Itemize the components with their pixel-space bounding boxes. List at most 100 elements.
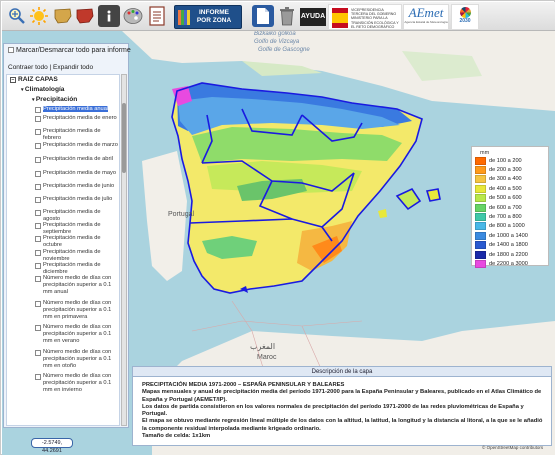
collapse-toggle-icon[interactable]: − (10, 77, 16, 83)
layer-checkbox[interactable] (35, 184, 41, 190)
informe-por-zona-button[interactable]: INFORME POR ZONA (174, 5, 242, 29)
spain-flag-icon (332, 8, 348, 28)
zoom-magnifier-icon[interactable] (6, 5, 28, 27)
layer-item[interactable]: Número medio de días con precipitación s… (35, 300, 119, 321)
tree-subgroup-precipitacion[interactable]: ▾ Precipitación (32, 96, 77, 103)
layer-item[interactable]: Precipitación media de enero (35, 115, 119, 122)
layer-item[interactable]: Precipitación media de septiembre (35, 222, 119, 236)
tree-subgroup-label: Precipitación (35, 96, 78, 103)
sdg-wheel-icon (459, 7, 471, 18)
layer-item[interactable]: Precipitación media de febrero (35, 128, 119, 142)
layer-checkbox[interactable] (35, 171, 41, 177)
zona-grid-icon (178, 10, 190, 25)
layer-item[interactable]: Precipitación media de marzo (35, 142, 119, 149)
layer-checkbox[interactable] (35, 129, 41, 135)
legend-label: de 300 a 400 (489, 176, 522, 183)
map-label-gulf-local: Golfo de Vizcaya (254, 39, 300, 45)
spain-map-icon[interactable] (52, 5, 74, 27)
layer-checkbox[interactable] (35, 107, 41, 113)
main-toolbar: INFORME POR ZONA AYUDA VICEPRESIDENCIA T… (2, 2, 555, 31)
legend-item: de 2200 a 3000 (475, 259, 545, 268)
aemet-logo-text: AEmet (408, 5, 444, 20)
description-title: PRECIPITACIÓN MEDIA 1971-2000 – ESPAÑA P… (142, 382, 345, 388)
layer-item[interactable]: Precipitación media de noviembre (35, 249, 119, 263)
layer-item-label: Precipitación media de mayo (43, 170, 117, 176)
layer-item-label: Precipitación media de julio (43, 196, 113, 202)
map-label-gulf: Golfe de Gascogne (258, 47, 310, 53)
expand-collapse-links[interactable]: Contraer todo | Expandir todo (8, 64, 93, 71)
aemet-logo[interactable]: AEmet Agencia Estatal de Meteorología (403, 4, 449, 30)
trash-icon[interactable] (276, 5, 298, 27)
layer-checkbox[interactable] (35, 374, 41, 380)
layer-item[interactable]: Precipitación media anual (35, 106, 119, 113)
help-button[interactable]: AYUDA (300, 8, 326, 26)
layer-checkbox[interactable] (35, 325, 41, 331)
layer-checkbox[interactable] (35, 157, 41, 163)
description-header: Descripción de la capa (133, 367, 551, 377)
select-all-checkbox[interactable] (8, 47, 14, 54)
layer-panel: Marcar/Desmarcar todo para informe Contr… (3, 43, 131, 428)
tree-root[interactable]: − RAIZ CAPAS (10, 76, 58, 83)
scrollbar-thumb[interactable] (122, 103, 126, 173)
layer-checkbox[interactable] (35, 223, 41, 229)
sun-icon[interactable] (28, 5, 50, 27)
legend-label: de 800 a 1000 (489, 223, 525, 230)
layer-checkbox[interactable] (35, 143, 41, 149)
layer-item[interactable]: Precipitación media de julio (35, 196, 119, 203)
layer-checkbox[interactable] (35, 263, 41, 269)
info-icon[interactable] (98, 5, 120, 27)
legend-swatch (475, 194, 486, 203)
layer-checkbox[interactable] (35, 210, 41, 216)
layer-item-label: Precipitación media de septiembre (43, 222, 101, 235)
layer-checkbox[interactable] (35, 236, 41, 242)
description-paragraph-3: El mapa se obtuvo mediante regresión lin… (142, 418, 543, 432)
layer-item-label: Número medio de días con precipitación s… (43, 275, 112, 295)
layer-item-label: Precipitación media anual (43, 106, 109, 112)
layer-item[interactable]: Precipitación media de octubre (35, 235, 119, 249)
layer-item-label: Precipitación media de agosto (43, 209, 101, 222)
government-logo[interactable]: VICEPRESIDENCIA TERCERA DEL GOBIERNO MIN… (328, 4, 402, 30)
spain-region-icon[interactable] (74, 5, 96, 27)
tree-group-climatologia[interactable]: ▾ Climatología (21, 86, 64, 93)
palette-icon[interactable] (122, 5, 144, 27)
layer-checkbox[interactable] (35, 276, 41, 282)
select-all-row[interactable]: Marcar/Desmarcar todo para informe (8, 47, 131, 54)
legend-item: de 800 a 1000 (475, 222, 545, 231)
legend-item: de 1400 a 1800 (475, 241, 545, 250)
map-label-portugal: Portugal (168, 211, 195, 218)
layer-tree-scrollbar[interactable] (121, 74, 127, 426)
legend-label: de 700 a 800 (489, 214, 522, 221)
legend-swatch (475, 156, 486, 165)
layer-checkbox[interactable] (35, 116, 41, 122)
layer-item[interactable]: Precipitación media de abril (35, 156, 119, 163)
layer-checkbox[interactable] (35, 250, 41, 256)
tree-group-label: Climatología (24, 86, 65, 93)
layer-item[interactable]: Número medio de días con precipitación s… (35, 373, 119, 394)
zona-label-line2: POR ZONA (196, 17, 232, 24)
layer-item[interactable]: Precipitación media de diciembre (35, 262, 119, 276)
map-label-bay: Bizkaiko golkoa (254, 31, 296, 37)
layer-item-label: Número medio de días con precipitación s… (43, 300, 112, 320)
layer-checkbox[interactable] (35, 197, 41, 203)
map-label-morocco: المغرب (250, 342, 275, 351)
page-icon[interactable] (252, 5, 274, 27)
agenda-2030-logo[interactable]: 2030 (451, 4, 479, 30)
app-window: Golfo de Vizcaya Golfe de Gascogne Bizka… (0, 0, 555, 455)
layer-item[interactable]: Número medio de días con precipitación s… (35, 324, 119, 345)
legend-label: de 2200 a 3000 (489, 260, 528, 267)
layer-item[interactable]: Precipitación media de agosto (35, 209, 119, 223)
layer-item-label: Precipitación media de noviembre (43, 249, 101, 262)
layer-description-panel: Descripción de la capa PRECIPITACIÓN MED… (132, 366, 552, 446)
government-text: VICEPRESIDENCIA TERCERA DEL GOBIERNO MIN… (351, 8, 399, 29)
agenda-2030-label: 2030 (459, 18, 471, 24)
layer-checkbox[interactable] (35, 301, 41, 307)
document-list-icon[interactable] (146, 5, 168, 27)
description-paragraph-2: Los datos de partida consistieron en los… (142, 403, 524, 418)
legend-swatch (475, 241, 486, 250)
layer-item[interactable]: Número medio de días con precipitación s… (35, 349, 119, 370)
layer-checkbox[interactable] (35, 350, 41, 356)
layer-item[interactable]: Precipitación media de mayo (35, 170, 119, 177)
layer-item[interactable]: Precipitación media de junio (35, 183, 119, 190)
layer-item[interactable]: Número medio de días con precipitación s… (35, 275, 119, 296)
legend-item: de 600 a 700 (475, 203, 545, 212)
